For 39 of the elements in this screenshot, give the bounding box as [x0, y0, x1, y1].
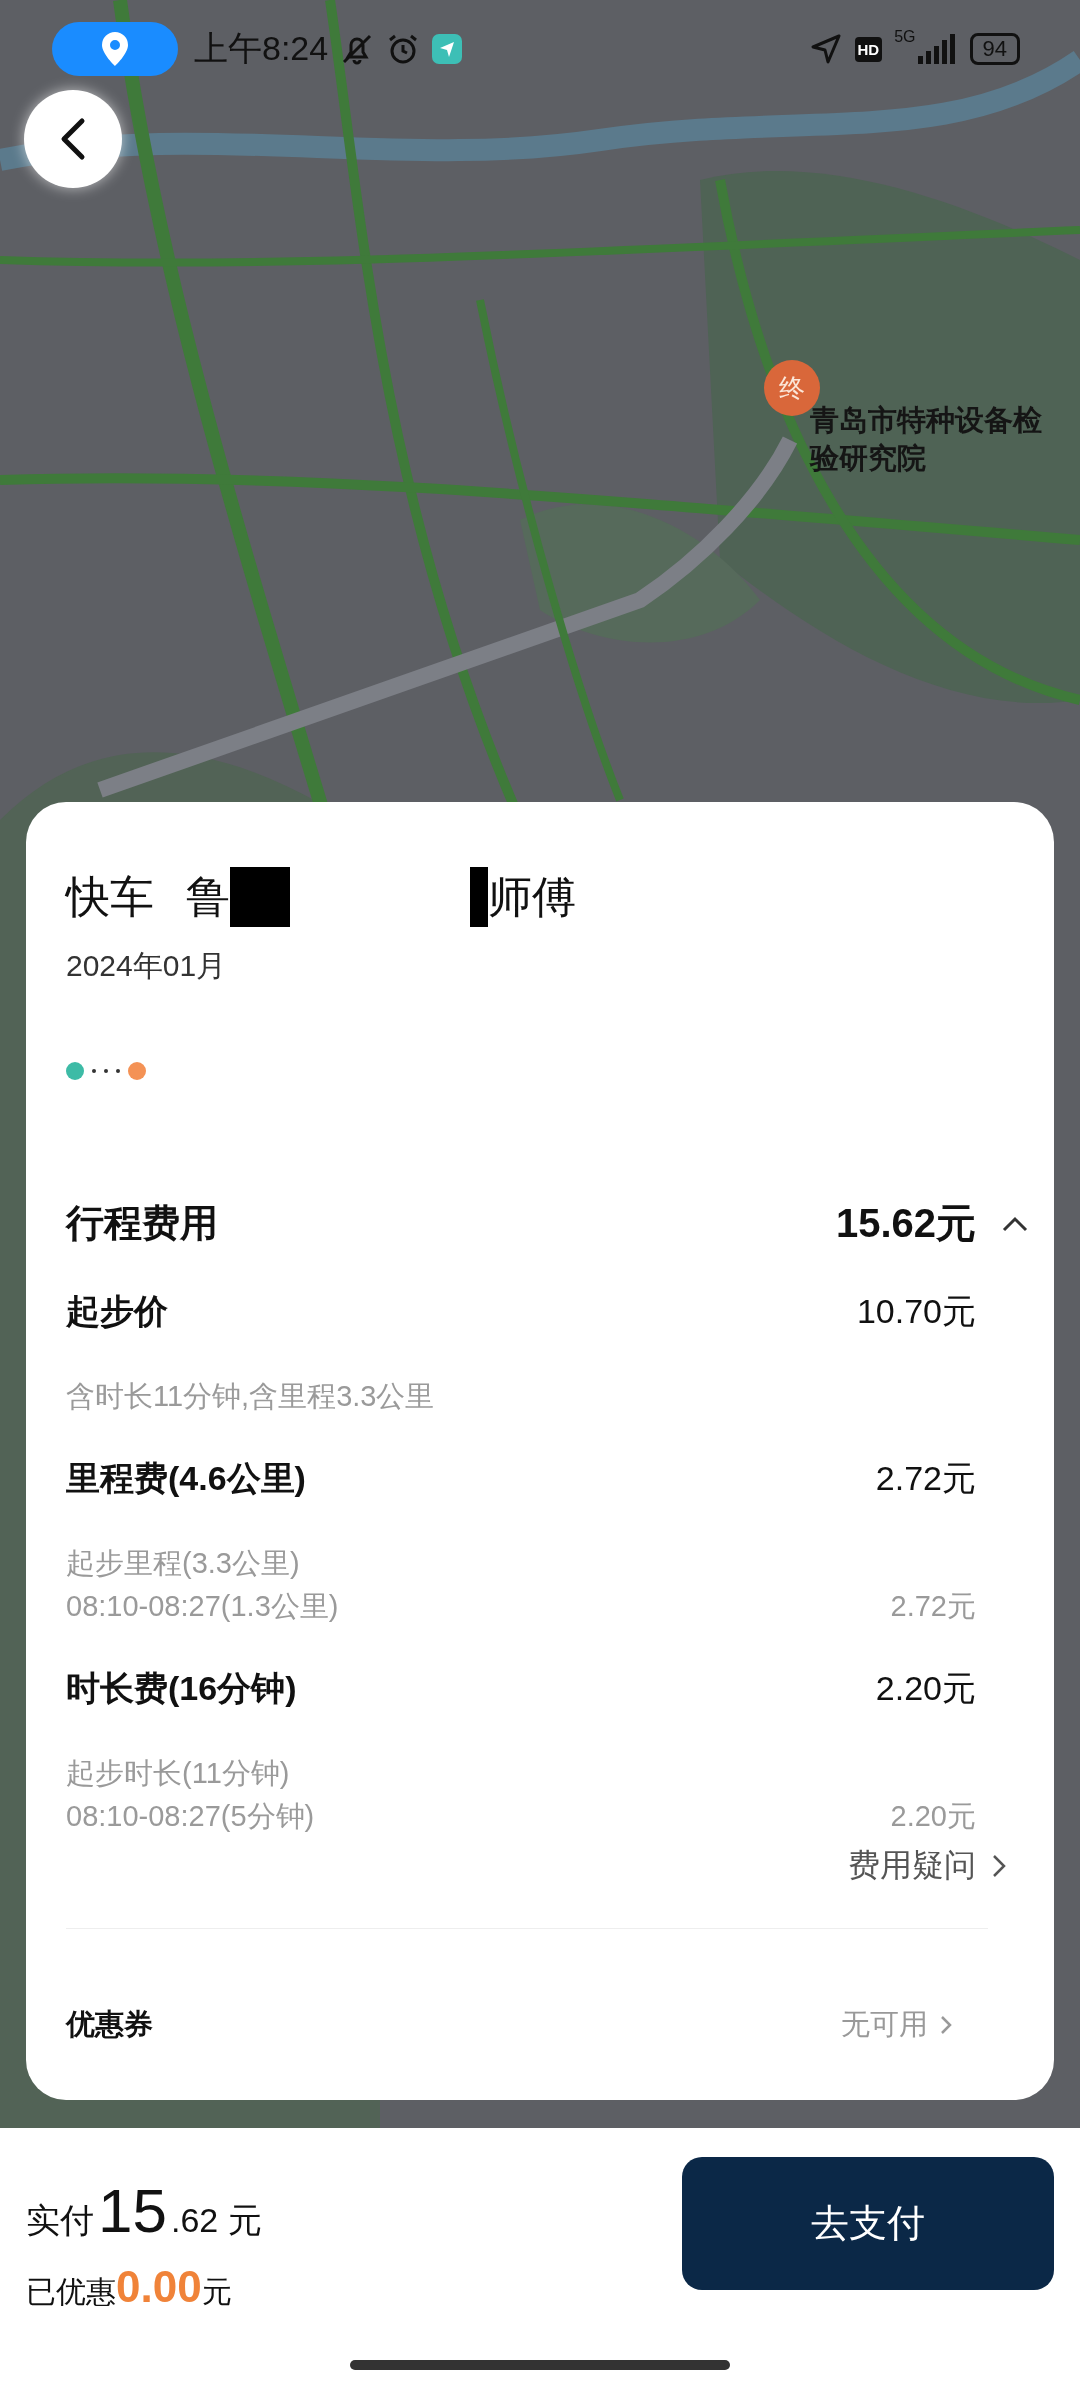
driver-name-part: 师傅: [488, 870, 576, 923]
driver-name-part: 鲁: [186, 870, 230, 923]
coupon-label: 优惠券: [66, 2007, 154, 2042]
trip-date: 2024年01月: [66, 948, 228, 984]
app-icon: [432, 34, 463, 64]
fee-detail-amount: 2.72元: [890, 1589, 976, 1624]
fee-label: 起步价: [66, 1291, 169, 1332]
fee-detail: 08:10-08:27(1.3公里): [66, 1589, 340, 1624]
network-type: 5G: [894, 28, 916, 46]
discount-label: 已优惠: [26, 2274, 116, 2310]
paid-label: 实付: [26, 2200, 94, 2241]
fee-detail: 含时长11分钟,含里程3.3公里: [66, 1379, 436, 1414]
fee-detail: 08:10-08:27(5分钟): [66, 1799, 316, 1834]
currency-unit: 元: [201, 2274, 232, 2310]
currency-unit: 元: [228, 2200, 263, 2241]
chevron-right-icon: [992, 1854, 1006, 1878]
fare-title: 行程费用: [66, 1201, 219, 1246]
fee-detail: 起步里程(3.3公里): [66, 1546, 301, 1581]
redaction-block: [230, 867, 290, 927]
fee-detail-amount: 2.20元: [890, 1799, 976, 1834]
paid-amount-decimal: .62: [170, 2201, 219, 2240]
service-type: 快车: [66, 870, 154, 923]
status-time: 上午8:24: [194, 28, 329, 69]
redaction-block: [470, 867, 488, 927]
fee-detail: 起步时长(11分钟): [66, 1756, 291, 1791]
discount-amount: 0.00: [116, 2262, 202, 2312]
fare-total: 15.62元: [835, 1200, 976, 1247]
fee-label: 里程费(4.6公里): [66, 1458, 307, 1499]
fee-question-link[interactable]: 费用疑问: [848, 1844, 976, 1888]
fee-amount: 2.20元: [875, 1668, 976, 1709]
collapse-caret-icon[interactable]: [1002, 1215, 1028, 1232]
paid-amount-integer: 15: [98, 2175, 167, 2246]
signal-icon: [917, 34, 958, 64]
fee-amount: 10.70元: [856, 1291, 976, 1332]
chevron-right-icon: [940, 2015, 952, 2035]
pay-button[interactable]: 去支付: [682, 2157, 1054, 2290]
battery-level: 94: [969, 33, 1020, 65]
fee-label: 时长费(16分钟): [66, 1668, 298, 1709]
fee-amount: 2.72元: [875, 1458, 976, 1499]
